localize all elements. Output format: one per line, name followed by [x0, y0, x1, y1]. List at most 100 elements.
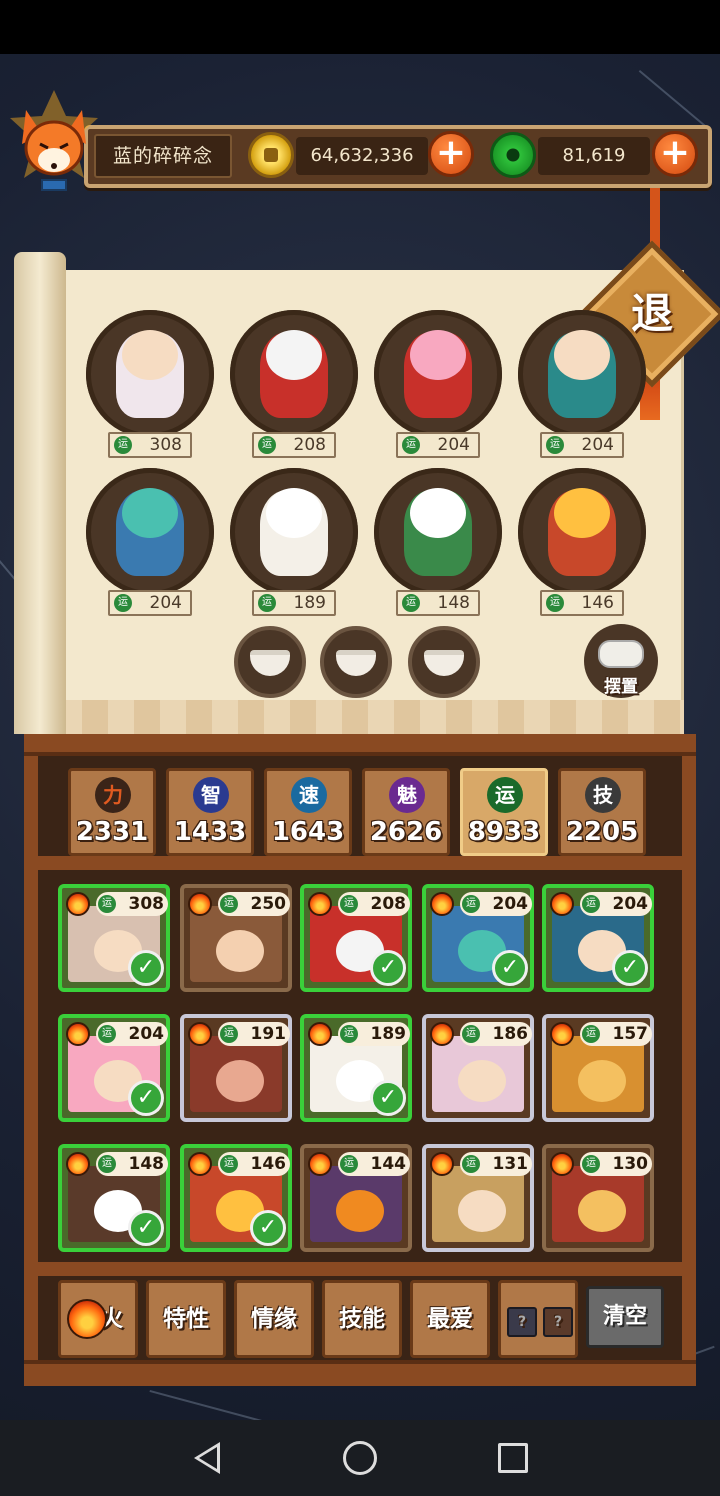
- selected-check-icon: ✓: [128, 1080, 164, 1116]
- scroll-pattern: [56, 700, 684, 734]
- filter-bond-button[interactable]: 情缘: [234, 1280, 314, 1358]
- filter-label: 特性: [163, 1306, 209, 1332]
- character-card[interactable]: 运 191: [180, 1014, 292, 1122]
- scroll-roll: [14, 252, 66, 734]
- intelligence-icon: 智: [193, 777, 229, 813]
- team-member[interactable]: [374, 310, 502, 438]
- fire-element-icon: [308, 1022, 332, 1046]
- selected-check-icon: ✓: [370, 1080, 406, 1116]
- fire-element-icon: [66, 1022, 90, 1046]
- team-luck-badge: 运 208: [252, 432, 336, 458]
- team-luck-badge: 运 204: [396, 432, 480, 458]
- jade-amount: 81,619: [538, 137, 650, 175]
- fire-element-icon: [188, 1152, 212, 1176]
- stat-tab-strength[interactable]: 力 2331: [68, 768, 156, 856]
- filter-label: 情缘: [251, 1306, 297, 1332]
- shelf-side: [682, 756, 696, 1368]
- luck-tag: 运 131: [460, 1152, 532, 1176]
- stat-value: 1433: [173, 817, 247, 847]
- home-icon[interactable]: [343, 1441, 377, 1475]
- team-member[interactable]: [230, 310, 358, 438]
- fire-element-icon: [550, 1022, 574, 1046]
- fire-element-icon: [430, 1152, 454, 1176]
- character-card[interactable]: 运 148 ✓: [58, 1144, 170, 1252]
- character-card[interactable]: 运 144: [300, 1144, 412, 1252]
- luck-icon: 运: [487, 777, 523, 813]
- luck-tag: 运 308: [96, 892, 168, 916]
- recent-apps-icon[interactable]: [498, 1443, 528, 1473]
- team-member[interactable]: [86, 310, 214, 438]
- filter-unknown-button[interactable]: ??: [498, 1280, 578, 1358]
- team-member[interactable]: [518, 468, 646, 596]
- character-card[interactable]: 运 208 ✓: [300, 884, 412, 992]
- character-card[interactable]: 运 204 ✓: [58, 1014, 170, 1122]
- fire-element-icon: [67, 1299, 107, 1339]
- luck-tag: 运 204: [96, 1022, 168, 1046]
- team-luck-badge: 运 189: [252, 590, 336, 616]
- filter-label: 最爱: [427, 1306, 473, 1332]
- luck-tag: 运 157: [580, 1022, 652, 1046]
- character-card[interactable]: 运 204 ✓: [542, 884, 654, 992]
- skill-icon: 技: [585, 777, 621, 813]
- stat-tab-luck[interactable]: 运 8933: [460, 768, 548, 856]
- character-card[interactable]: 运 186: [422, 1014, 534, 1122]
- shelf-divider: [30, 1262, 690, 1276]
- add-jade-button[interactable]: +: [652, 131, 698, 177]
- team-luck-badge: 运 148: [396, 590, 480, 616]
- speed-icon: 速: [291, 777, 327, 813]
- character-card[interactable]: 运 189 ✓: [300, 1014, 412, 1122]
- stat-value: 2626: [369, 817, 443, 847]
- filter-favorite-button[interactable]: 最爱: [410, 1280, 490, 1358]
- stat-tab-speed[interactable]: 速 1643: [264, 768, 352, 856]
- stat-tab-charm[interactable]: 魅 2626: [362, 768, 450, 856]
- fire-element-icon: [308, 892, 332, 916]
- character-card[interactable]: 运 157: [542, 1014, 654, 1122]
- character-card[interactable]: 运 131: [422, 1144, 534, 1252]
- luck-value: 308: [149, 435, 182, 455]
- empty-team-slot[interactable]: [408, 626, 480, 698]
- luck-icon: 运: [546, 594, 564, 612]
- stat-tab-intelligence[interactable]: 智 1433: [166, 768, 254, 856]
- team-member[interactable]: [518, 310, 646, 438]
- stat-tab-skill[interactable]: 技 2205: [558, 768, 646, 856]
- fire-element-icon: [308, 1152, 332, 1176]
- character-card[interactable]: 运 308 ✓: [58, 884, 170, 992]
- luck-value: 204: [149, 593, 182, 613]
- stat-value: 1643: [271, 817, 345, 847]
- luck-tag: 运 204: [580, 892, 652, 916]
- team-member[interactable]: [230, 468, 358, 596]
- character-card[interactable]: 运 130: [542, 1144, 654, 1252]
- team-luck-badge: 运 204: [108, 590, 192, 616]
- game-screen: 蓝的碎碎念 64,632,336 + 81,619 + 退 运 308 运 208 …: [0, 0, 720, 1496]
- luck-value: 204: [581, 435, 614, 455]
- luck-tag: 运 189: [338, 1022, 410, 1046]
- arrange-label[interactable]: 摆置: [590, 672, 652, 697]
- empty-team-slot[interactable]: [320, 626, 392, 698]
- shelf-divider: [30, 856, 690, 870]
- clear-button[interactable]: 清空: [586, 1286, 664, 1348]
- fox-avatar-icon[interactable]: [6, 88, 102, 198]
- stat-value: 2205: [565, 817, 639, 847]
- gamepad-icon: [598, 640, 644, 668]
- fire-element-icon: [66, 1152, 90, 1176]
- shelf-top-beam: [24, 734, 696, 756]
- filter-fire-button[interactable]: 火: [58, 1280, 138, 1358]
- character-card[interactable]: 运 250: [180, 884, 292, 992]
- character-card[interactable]: 运 146 ✓: [180, 1144, 292, 1252]
- luck-tag: 运 148: [96, 1152, 168, 1176]
- team-member[interactable]: [86, 468, 214, 596]
- empty-team-slot[interactable]: [234, 626, 306, 698]
- character-card[interactable]: 运 204 ✓: [422, 884, 534, 992]
- rice-bowl-icon: [424, 650, 464, 676]
- filter-trait-button[interactable]: 特性: [146, 1280, 226, 1358]
- team-member[interactable]: [374, 468, 502, 596]
- filter-skill-button[interactable]: 技能: [322, 1280, 402, 1358]
- luck-icon: 运: [258, 594, 276, 612]
- unknown-box-icon: ?: [507, 1307, 537, 1337]
- gold-coin-icon: [248, 132, 294, 178]
- luck-value: 148: [437, 593, 470, 613]
- luck-tag: 运 191: [218, 1022, 290, 1046]
- add-gold-button[interactable]: +: [428, 131, 474, 177]
- selected-check-icon: ✓: [370, 950, 406, 986]
- username[interactable]: 蓝的碎碎念: [94, 134, 232, 178]
